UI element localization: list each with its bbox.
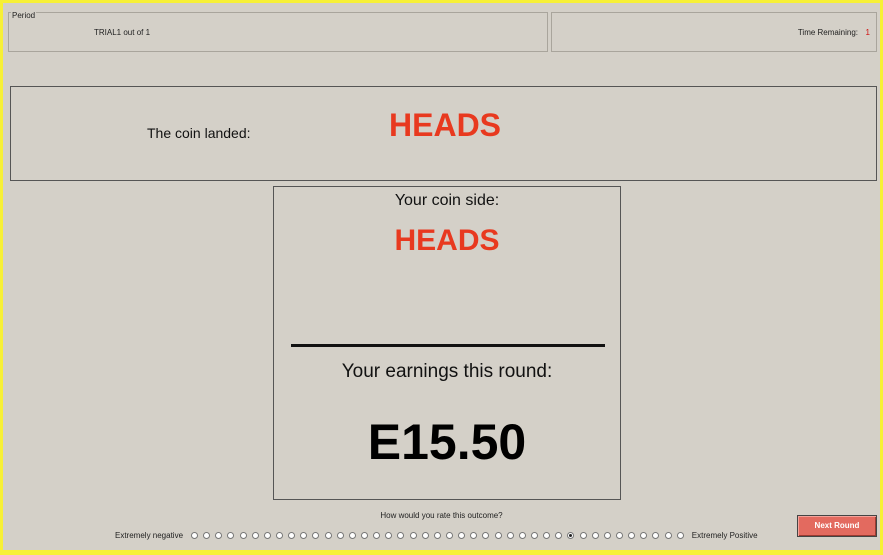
rating-radio[interactable] [300,531,308,539]
rating-radio[interactable] [518,531,526,539]
rating-radio[interactable] [215,531,223,539]
rating-radio[interactable] [458,531,466,539]
rating-right-label: Extremely Positive [691,530,758,540]
rating-radio[interactable] [543,531,551,539]
rating-radio[interactable] [191,531,199,539]
top-bar: Period TRIAL1 out of 1 Time Remaining: 1 [3,3,880,59]
trial-counter: TRIAL1 out of 1 [94,28,151,37]
rating-radio[interactable] [591,531,599,539]
time-remaining-value: 1 [865,28,870,37]
window-frame: Period TRIAL1 out of 1 Time Remaining: 1… [3,3,880,550]
rating-radio[interactable] [506,531,514,539]
rating-radio[interactable] [263,531,271,539]
rating-radio[interactable] [470,531,478,539]
outcome-panel: Your coin side: HEADS Your earnings this… [273,186,621,500]
rating-radio[interactable] [421,531,429,539]
period-group: Period TRIAL1 out of 1 [8,11,548,52]
coin-side-label: Your coin side: [394,192,500,209]
rating-radio[interactable] [361,531,368,539]
earnings-value: E15.50 [367,414,527,470]
rating-radio[interactable] [227,531,235,539]
rating-radio[interactable] [312,531,320,539]
rating-radio[interactable] [276,531,284,539]
rating-radio[interactable] [203,531,211,539]
rating-radio[interactable] [482,531,490,539]
rating-radio[interactable] [628,531,636,539]
earnings-label: Your earnings this round: [341,361,553,382]
rating-radio[interactable] [409,531,417,539]
rating-radio[interactable] [664,531,672,539]
rating-radio[interactable] [239,531,247,539]
rating-radio[interactable] [652,531,660,539]
time-remaining-label: Time Remaining: [797,28,858,37]
rating-left-label: Extremely negative [115,530,184,540]
coin-side-value: HEADS [394,224,500,257]
rating-radio[interactable] [336,531,344,539]
rating-radio[interactable] [288,531,296,539]
rating-radio[interactable] [397,531,405,539]
rating-radio[interactable] [445,531,453,539]
rating-radio[interactable] [579,531,587,539]
rating-scale: Extremely negative Extremely Positive [115,529,758,541]
rating-radio[interactable] [251,531,259,539]
coin-landed-label: The coin landed: [147,125,251,141]
rating-radio[interactable] [494,531,502,539]
period-group-title: Period [11,11,37,20]
divider [291,344,605,347]
rating-radio[interactable] [640,531,648,539]
rating-radio[interactable] [555,531,563,539]
rating-question: How would you rate this outcome? [380,511,503,520]
rating-radio[interactable] [324,531,332,539]
rating-radio[interactable] [676,531,684,539]
time-group: Time Remaining: 1 [551,12,877,52]
rating-radio[interactable] [567,531,575,539]
coin-landed-value: HEADS [389,107,502,143]
rating-radio[interactable] [433,531,441,539]
rating-radio[interactable] [373,531,381,539]
rating-radio[interactable] [615,531,623,539]
coin-result-panel: The coin landed: HEADS [10,86,877,181]
rating-radio[interactable] [348,531,356,539]
rating-radio[interactable] [603,531,611,539]
rating-radio[interactable] [385,531,393,539]
next-round-button[interactable]: Next Round [797,515,877,537]
rating-radio-group [191,531,689,539]
rating-radio[interactable] [530,531,538,539]
